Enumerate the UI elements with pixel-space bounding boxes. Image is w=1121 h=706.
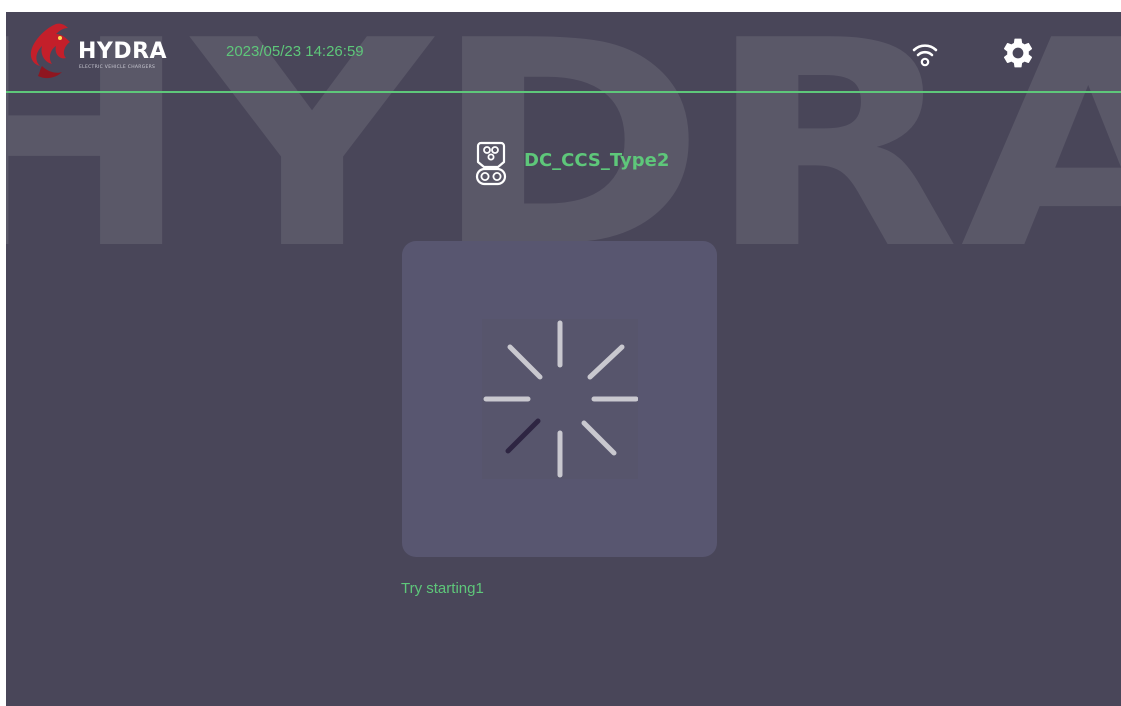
brand-tagline: ELECTRIC VEHICLE CHARGERS [79, 65, 156, 70]
header-bar: HYDRA ELECTRIC VEHICLE CHARGERS 2023/05/… [6, 12, 1121, 91]
loading-card [402, 241, 717, 557]
wifi-icon [912, 44, 938, 67]
connector-name: DC_CCS_Type2 [524, 150, 670, 171]
charger-screen: HYDRA HYDRA ELECTRIC VEHICLE CHARGERS 20… [6, 12, 1121, 706]
spinner-area [482, 319, 638, 479]
brand-name: HYDRA [78, 39, 168, 64]
dragon-logo-icon [30, 23, 71, 79]
header-datetime: 2023/05/23 14:26:59 [226, 43, 364, 60]
status-message: Try starting1 [401, 580, 484, 597]
hydra-logo: HYDRA ELECTRIC VEHICLE CHARGERS [26, 20, 196, 84]
ev-plug-ccs-icon [475, 141, 507, 186]
gear-icon[interactable] [1000, 35, 1036, 71]
loading-spinner-icon [483, 320, 638, 478]
header-divider [6, 91, 1121, 93]
